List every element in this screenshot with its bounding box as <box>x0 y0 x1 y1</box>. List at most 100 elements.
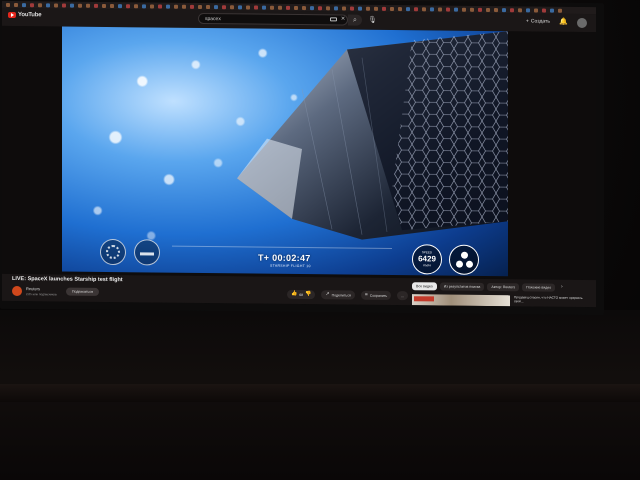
chip-related[interactable]: Похожие видео <box>522 283 556 292</box>
create-button[interactable]: + Создать <box>526 18 550 24</box>
speed-gauge: SPEED 6429 KM/H <box>412 244 442 275</box>
clear-search-icon[interactable]: × <box>341 15 345 22</box>
bookmark-icon[interactable] <box>518 7 522 12</box>
bookmark-icon[interactable] <box>438 6 442 11</box>
mic-icon[interactable]: 🎙 <box>368 16 377 25</box>
search-button[interactable]: ⌕ <box>348 14 362 26</box>
bookmark-icon[interactable] <box>358 6 362 11</box>
avatar[interactable] <box>577 17 587 29</box>
bookmark-icon[interactable] <box>238 4 242 9</box>
keyboard-icon[interactable] <box>330 16 337 21</box>
bookmark-icon[interactable] <box>22 2 26 7</box>
bell-icon[interactable]: 🔔 <box>559 19 568 26</box>
bookmark-icon[interactable] <box>366 6 370 11</box>
bookmark-icon[interactable] <box>334 5 338 10</box>
bookmark-icon[interactable] <box>558 8 562 13</box>
subscribe-button[interactable]: Подписаться <box>66 287 99 296</box>
engines-gauge <box>449 244 479 275</box>
bookmark-icon[interactable] <box>422 6 426 11</box>
search-input[interactable]: spacex <box>198 12 348 26</box>
bookmark-icon[interactable] <box>262 5 266 10</box>
bookmark-icon[interactable] <box>222 4 226 9</box>
bookmark-icon[interactable] <box>70 3 74 8</box>
bookmark-icon[interactable] <box>206 4 210 9</box>
bookmark-icon[interactable] <box>190 4 194 9</box>
bookmark-icon[interactable] <box>350 6 354 11</box>
share-button[interactable]: ↗ Поделиться <box>321 290 355 300</box>
bookmark-icon[interactable] <box>382 6 386 11</box>
bookmark-icon[interactable] <box>446 7 450 12</box>
chevron-right-icon[interactable]: › <box>561 284 563 290</box>
bookmark-icon[interactable] <box>462 7 466 12</box>
bookmark-icon[interactable] <box>302 5 306 10</box>
bookmark-icon[interactable] <box>318 5 322 10</box>
bookmark-icon[interactable] <box>126 3 130 8</box>
bookmark-icon[interactable] <box>478 7 482 12</box>
bookmark-icon[interactable] <box>270 5 274 10</box>
bookmark-icon[interactable] <box>166 4 170 9</box>
bookmark-icon[interactable] <box>510 7 514 12</box>
bookmark-icon[interactable] <box>398 6 402 11</box>
bookmark-icon[interactable] <box>470 7 474 12</box>
bookmark-icon[interactable] <box>134 3 138 8</box>
bookmark-icon[interactable] <box>86 3 90 8</box>
bookmark-icon[interactable] <box>542 8 546 13</box>
bookmark-icon[interactable] <box>54 2 58 7</box>
bookmark-icon[interactable] <box>94 3 98 8</box>
bookmark-icon[interactable] <box>550 8 554 13</box>
bookmark-icon[interactable] <box>6 2 10 7</box>
bookmark-icon[interactable] <box>38 2 42 7</box>
bookmark-icon[interactable] <box>390 6 394 11</box>
bookmark-icon[interactable] <box>414 6 418 11</box>
thumb-down-icon[interactable]: 👎 <box>305 291 311 297</box>
like-button[interactable]: 👍 68 👎 <box>287 289 316 300</box>
bookmark-icon[interactable] <box>326 5 330 10</box>
more-actions-button[interactable]: ... <box>397 291 409 301</box>
bookmark-icon[interactable] <box>14 2 18 7</box>
bookmark-icon[interactable] <box>286 5 290 10</box>
save-button[interactable]: ≡ Сохранить <box>360 290 392 300</box>
recommended-title[interactable]: Продавец спасен, что НАСТО может прерват… <box>514 295 588 304</box>
bookmark-icon[interactable] <box>294 5 298 10</box>
bookmark-icon[interactable] <box>142 3 146 8</box>
bookmark-icon[interactable] <box>174 4 178 9</box>
bookmark-icon[interactable] <box>534 7 538 13</box>
chip-from-search[interactable]: Из результатов поиска <box>439 282 485 291</box>
bookmark-icon[interactable] <box>502 7 506 12</box>
channel-avatar[interactable] <box>12 285 22 297</box>
bookmark-icon[interactable] <box>278 5 282 10</box>
channel-name[interactable]: Reuters <box>26 286 40 291</box>
bookmark-icon[interactable] <box>198 4 202 9</box>
youtube-logo[interactable]: YouTube <box>8 11 41 18</box>
chip-all[interactable]: Все видео <box>412 282 437 291</box>
bookmark-icon[interactable] <box>30 2 34 7</box>
bookmark-icon[interactable] <box>310 5 314 10</box>
chip-author[interactable]: Автор: Reuters <box>487 282 520 292</box>
bookmark-icon[interactable] <box>46 2 50 7</box>
video-frame[interactable]: T+ 00:02:47 STARSHIP FLIGHT 10 SPEED 642… <box>62 26 508 277</box>
bookmark-icon[interactable] <box>110 3 114 8</box>
bookmark-icon[interactable] <box>118 3 122 8</box>
bookmark-icon[interactable] <box>246 4 250 9</box>
bookmark-icon[interactable] <box>454 7 458 12</box>
bookmark-icon[interactable] <box>342 5 346 10</box>
bookmark-icon[interactable] <box>182 4 186 9</box>
bookmark-icon[interactable] <box>526 7 530 12</box>
bookmark-icon[interactable] <box>214 4 218 9</box>
bookmark-icon[interactable] <box>254 5 258 10</box>
bookmark-icon[interactable] <box>62 3 66 8</box>
bookmark-icon[interactable] <box>230 4 234 9</box>
bookmark-icon[interactable] <box>150 3 154 8</box>
save-label: Сохранить <box>369 293 388 298</box>
bookmark-icon[interactable] <box>486 7 490 12</box>
bookmark-icon[interactable] <box>158 4 162 9</box>
bookmark-icon[interactable] <box>374 6 378 11</box>
channel-subscribers: 2,05 млн подписчиков <box>26 292 57 297</box>
recommended-thumbnail[interactable] <box>412 294 510 307</box>
bookmark-icon[interactable] <box>406 6 410 11</box>
video-player[interactable]: T+ 00:02:47 STARSHIP FLIGHT 10 SPEED 642… <box>2 25 596 281</box>
bookmark-icon[interactable] <box>494 7 498 12</box>
bookmark-icon[interactable] <box>102 3 106 8</box>
bookmark-icon[interactable] <box>78 3 82 8</box>
bookmark-icon[interactable] <box>430 6 434 11</box>
